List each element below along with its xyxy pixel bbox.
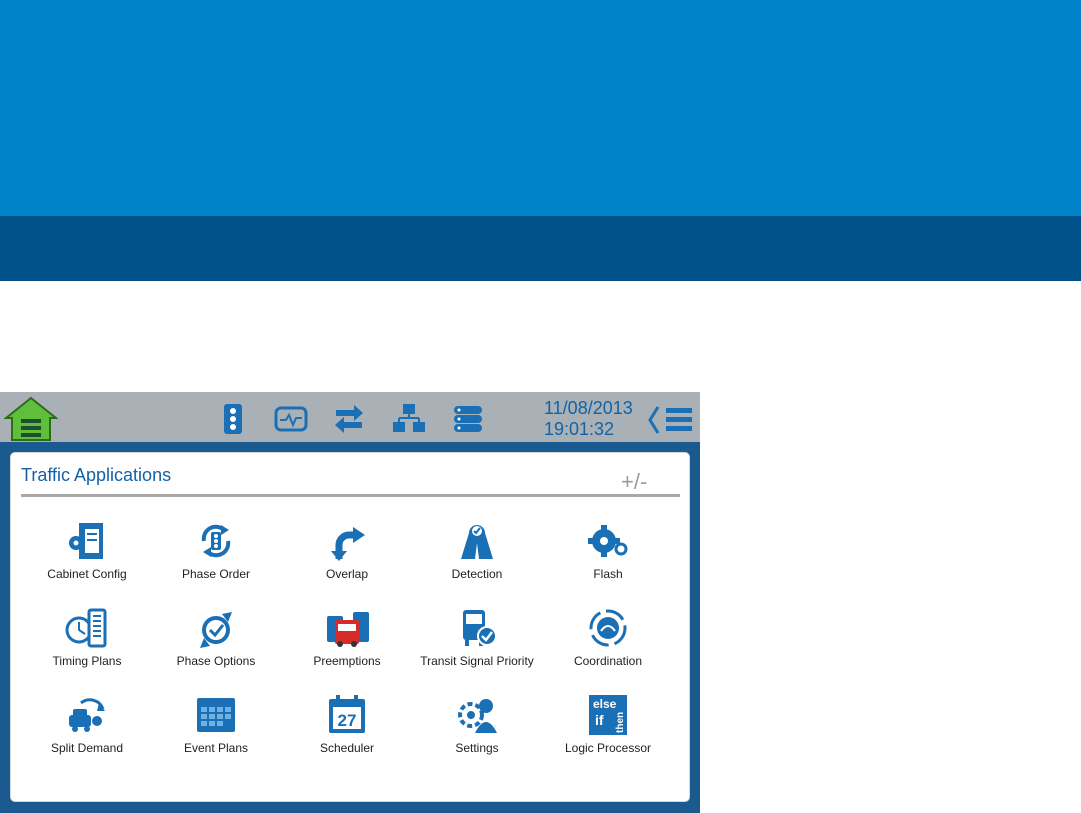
scheduler-day-text: 27	[338, 711, 357, 730]
traffic-applications-panel: Traffic Applications +/- Cabinet Config …	[10, 452, 690, 802]
header-banner	[0, 0, 1081, 216]
app-label: Detection	[451, 567, 503, 581]
event-plans-icon	[197, 698, 235, 732]
detection-icon	[461, 525, 493, 559]
overlap-icon	[331, 527, 365, 561]
app-label: Transit Signal Priority	[420, 654, 534, 668]
logic-else-text: else	[593, 697, 617, 711]
app-label: Overlap	[325, 567, 369, 581]
phase-options-icon	[200, 612, 232, 648]
app-transit-signal-priority[interactable]: Transit Signal Priority	[412, 606, 542, 668]
time-text: 19:01:32	[544, 419, 615, 439]
app-label: Flash	[593, 567, 623, 581]
menu-back-icon	[648, 406, 692, 434]
app-label: Preemptions	[313, 654, 381, 668]
date-time-display: 11/08/2013 19:01:32	[544, 398, 633, 440]
app-label: Timing Plans	[52, 654, 122, 668]
date-text: 11/08/2013	[544, 398, 633, 418]
app-settings[interactable]: Settings	[412, 693, 542, 755]
app-label: Coordination	[573, 654, 643, 668]
preemptions-icon	[327, 612, 369, 647]
network-icon	[393, 404, 425, 432]
database-button[interactable]	[451, 402, 485, 436]
home-icon	[3, 396, 59, 441]
app-detection[interactable]: Detection	[412, 519, 542, 581]
app-cabinet-config[interactable]: Cabinet Config	[22, 519, 152, 581]
phase-order-icon	[201, 524, 231, 558]
app-overlap[interactable]: Overlap	[282, 519, 412, 581]
panel-title: Traffic Applications	[21, 465, 172, 485]
network-button[interactable]	[392, 402, 426, 436]
app-label: Split Demand	[50, 741, 124, 755]
logic-processor-icon: else if then	[589, 695, 627, 735]
pulse-monitor-icon	[274, 406, 308, 432]
transfer-button[interactable]	[332, 402, 366, 436]
app-label: Scheduler	[319, 741, 375, 755]
expand-collapse-toggle[interactable]: +/-	[621, 469, 647, 495]
controller-screen: 11/08/2013 19:01:32 Traffic Applications…	[0, 392, 700, 813]
flash-icon	[588, 525, 628, 557]
database-icon	[454, 406, 482, 432]
app-preemptions[interactable]: Preemptions	[282, 606, 412, 668]
app-event-plans[interactable]: Event Plans	[151, 693, 281, 755]
logic-then-text: then	[615, 712, 626, 733]
app-label: Phase Order	[181, 567, 251, 581]
transfer-arrows-icon	[335, 405, 363, 433]
top-toolbar: 11/08/2013 19:01:32	[0, 392, 700, 445]
home-button[interactable]	[3, 396, 59, 442]
app-label: Cabinet Config	[47, 567, 127, 581]
traffic-light-icon	[224, 404, 242, 434]
timing-plans-icon	[65, 608, 107, 648]
app-coordination[interactable]: Coordination	[543, 606, 673, 668]
header-banner-strip	[0, 216, 1081, 281]
app-timing-plans[interactable]: Timing Plans	[22, 606, 152, 668]
app-logic-processor[interactable]: else if then Logic Processor	[543, 693, 673, 755]
app-label: Event Plans	[183, 741, 249, 755]
app-label: Phase Options	[176, 654, 256, 668]
cabinet-config-icon	[69, 523, 103, 559]
app-scheduler[interactable]: 27 Scheduler	[282, 693, 412, 755]
monitor-button[interactable]	[274, 402, 308, 436]
logic-if-text: if	[595, 712, 604, 728]
app-split-demand[interactable]: Split Demand	[22, 693, 152, 755]
coordination-icon	[589, 609, 627, 647]
scheduler-icon: 27	[329, 695, 365, 733]
menu-button[interactable]	[646, 404, 696, 436]
app-flash[interactable]: Flash	[543, 519, 673, 581]
app-phase-order[interactable]: Phase Order	[151, 519, 281, 581]
split-demand-icon	[69, 698, 105, 732]
transit-signal-priority-icon	[463, 610, 497, 646]
title-divider	[21, 494, 680, 497]
app-label: Settings	[455, 741, 499, 755]
signal-status-button[interactable]	[216, 402, 250, 436]
app-phase-options[interactable]: Phase Options	[151, 606, 281, 668]
app-label: Logic Processor	[564, 741, 652, 755]
settings-icon	[458, 699, 497, 733]
